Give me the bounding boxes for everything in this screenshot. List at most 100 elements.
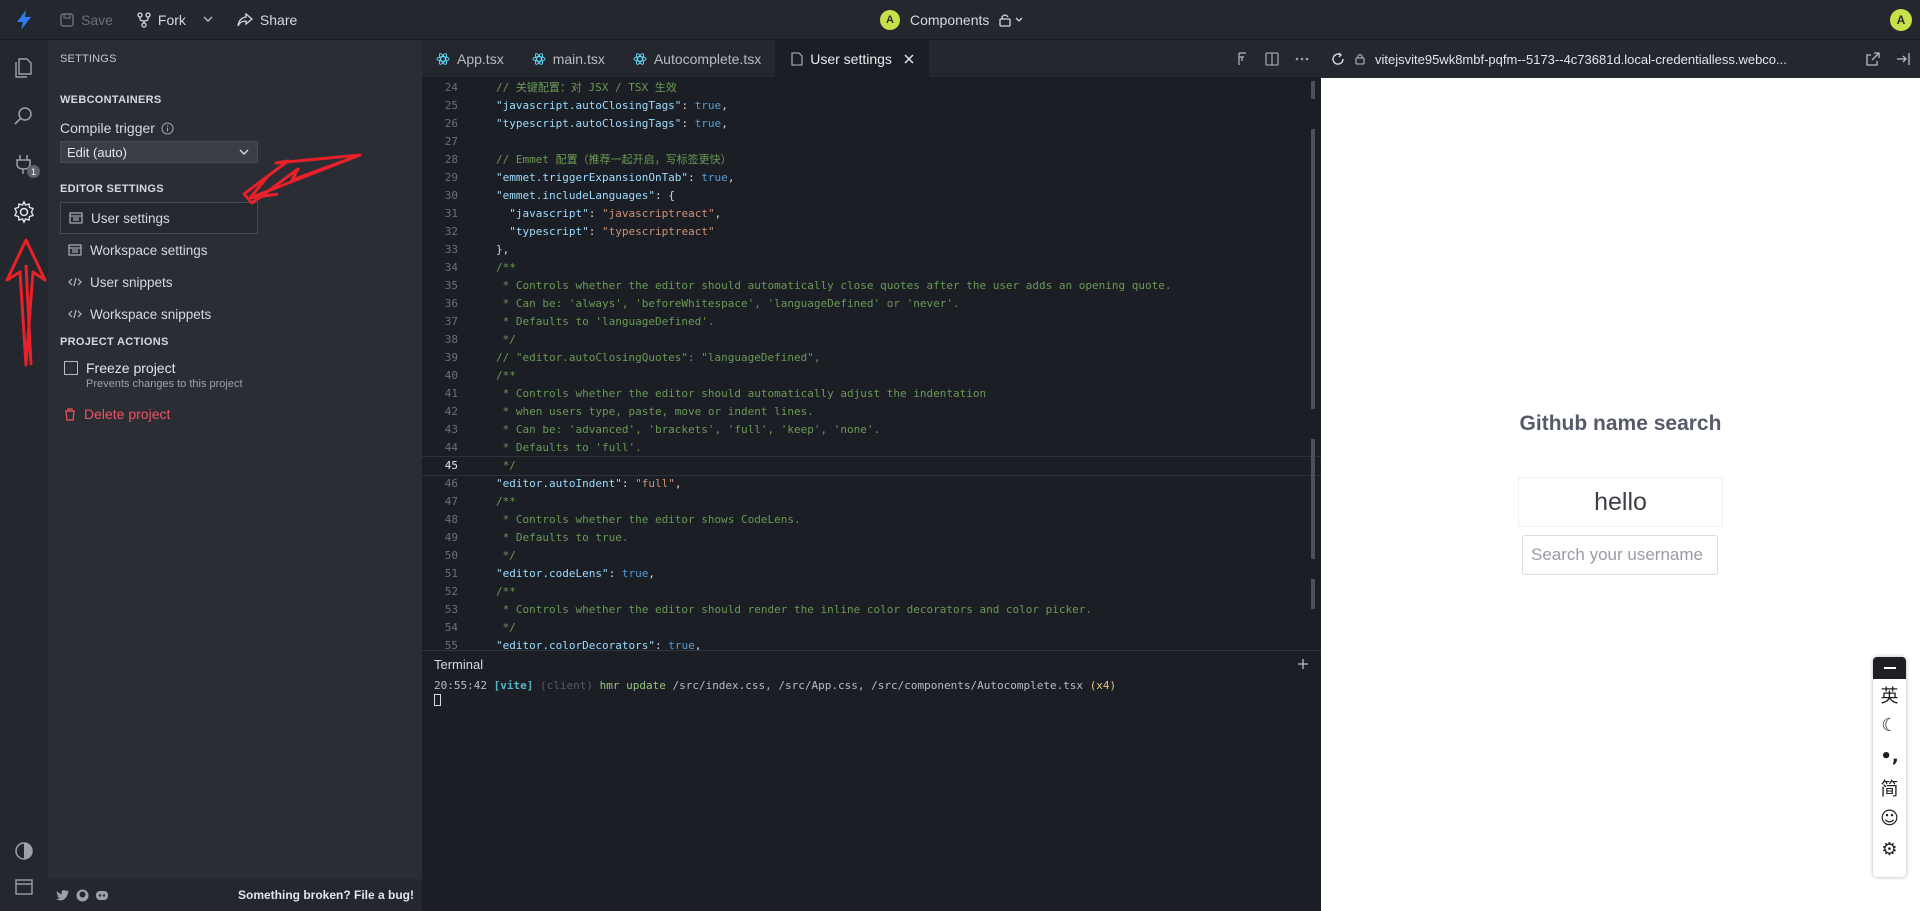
code-line[interactable]: 47 /** — [422, 493, 1321, 511]
code-line[interactable]: 39 // "editor.autoClosingQuotes": "langua… — [422, 349, 1321, 367]
lock-icon[interactable] — [999, 13, 1027, 27]
code-line[interactable]: 28 // Emmet 配置（推荐一起开启，写标签更快） — [422, 151, 1321, 169]
editor-scrollbar[interactable] — [1307, 79, 1321, 650]
fork-button[interactable]: Fork — [125, 0, 225, 40]
line-number: 50 — [444, 549, 458, 562]
tab-app-tsx[interactable]: App.tsx — [422, 40, 518, 77]
code-text: * Controls whether the editor should aut… — [496, 387, 987, 400]
tab-autocomplete-tsx[interactable]: Autocomplete.tsx — [619, 40, 775, 77]
sidebar-item-user-snippets[interactable]: User snippets — [60, 266, 410, 298]
project-avatar: A — [880, 10, 900, 30]
ime-settings-icon[interactable]: ⚙ — [1881, 834, 1897, 865]
code-line[interactable]: 29 "emmet.triggerExpansionOnTab": true, — [422, 169, 1321, 187]
code-line[interactable]: 46 "editor.autoIndent": "full", — [422, 475, 1321, 493]
freeze-label[interactable]: Freeze project — [86, 360, 243, 376]
code-line[interactable]: 44 * Defaults to 'full'. — [422, 439, 1321, 457]
refresh-icon[interactable] — [1331, 52, 1345, 66]
layout-panel-icon[interactable] — [0, 863, 48, 911]
code-line[interactable]: 37 * Defaults to 'languageDefined'. — [422, 313, 1321, 331]
code-line[interactable]: 31 "javascript": "javascriptreact", — [422, 205, 1321, 223]
code-text: /** — [496, 495, 516, 508]
ime-moon-icon[interactable]: ☾ — [1881, 710, 1897, 741]
open-new-window-icon[interactable] — [1866, 52, 1880, 66]
ime-simplified-toggle[interactable]: 简 — [1881, 772, 1899, 803]
username-search-input[interactable]: Search your username — [1522, 535, 1718, 575]
sidebar-item-user-settings[interactable]: User settings — [60, 202, 258, 234]
sidebar-item-workspace-snippets[interactable]: Workspace snippets — [60, 298, 410, 330]
code-line[interactable]: 34 /** — [422, 259, 1321, 277]
code-line[interactable]: 35 * Controls whether the editor should … — [422, 277, 1321, 295]
line-number: 38 — [444, 333, 458, 346]
user-avatar[interactable]: A — [1890, 9, 1912, 31]
preview-url[interactable]: vitejsvite95wk8mbf-pqfm--5173--4c73681d.… — [1375, 52, 1850, 67]
code-line[interactable]: 55 "editor.colorDecorators": true, — [422, 637, 1321, 650]
tab-user-settings[interactable]: User settings — [775, 40, 929, 77]
line-number: 26 — [444, 117, 458, 130]
code-line[interactable]: 27 — [422, 133, 1321, 151]
code-line[interactable]: 30 "emmet.includeLanguages": { — [422, 187, 1321, 205]
code-line[interactable]: 26 "typescript.autoClosingTags": true, — [422, 115, 1321, 133]
fork-label: Fork — [157, 11, 186, 28]
ime-language-toggle[interactable]: 英 — [1881, 679, 1899, 710]
code-text: "emmet.includeLanguages": { — [496, 189, 675, 202]
compile-trigger-row: Compile trigger — [48, 120, 422, 136]
code-line[interactable]: 42 * when users type, paste, move or ind… — [422, 403, 1321, 421]
close-icon[interactable] — [903, 53, 915, 65]
tab-label: main.tsx — [552, 50, 605, 67]
code-line[interactable]: 48 * Controls whether the editor shows C… — [422, 511, 1321, 529]
code-line[interactable]: 45 */ — [422, 456, 1321, 476]
code-editor[interactable]: 24 // 关键配置：对 JSX / TSX 生效 25 "javascript.au… — [422, 79, 1321, 650]
term-time: 20:55:42 — [434, 679, 487, 692]
code-line[interactable]: 25 "javascript.autoClosingTags": true, — [422, 97, 1321, 115]
code-line[interactable]: 51 "editor.codeLens": true, — [422, 565, 1321, 583]
line-number: 45 — [444, 459, 458, 472]
more-icon[interactable] — [1295, 57, 1309, 61]
split-editor-icon[interactable] — [1265, 51, 1279, 66]
info-icon[interactable] — [161, 121, 174, 135]
code-text: * Defaults to 'languageDefined'. — [496, 315, 715, 328]
code-text: */ — [496, 621, 516, 634]
project-name[interactable]: Components — [910, 12, 989, 28]
delete-project-button[interactable]: Delete project — [48, 406, 422, 422]
code-line[interactable]: 52 /** — [422, 583, 1321, 601]
twitter-icon[interactable] — [56, 889, 70, 901]
ime-minimize-button[interactable] — [1873, 657, 1906, 679]
extensions-plug-icon[interactable]: 1 — [0, 140, 48, 188]
code-line[interactable]: 43 * Can be: 'advanced', 'brackets', 'fu… — [422, 421, 1321, 439]
collapse-panel-icon[interactable] — [1896, 52, 1910, 66]
code-line[interactable]: 40 /** — [422, 367, 1321, 385]
code-line[interactable]: 24 // 关键配置：对 JSX / TSX 生效 — [422, 79, 1321, 97]
search-icon[interactable] — [0, 92, 48, 140]
stackblitz-logo[interactable] — [0, 0, 48, 40]
github-icon[interactable] — [76, 889, 89, 902]
code-line[interactable]: 41 * Controls whether the editor should … — [422, 385, 1321, 403]
compile-trigger-select[interactable]: Edit (auto) — [60, 141, 258, 163]
code-line[interactable]: 38 */ — [422, 331, 1321, 349]
format-icon[interactable] — [1237, 51, 1249, 66]
share-button[interactable]: Share — [225, 0, 309, 40]
terminal-panel[interactable]: Terminal 20:55:42 [vite] (client) hmr up… — [422, 650, 1321, 911]
line-number: 40 — [444, 369, 458, 382]
project-info[interactable]: A Components — [880, 0, 1027, 40]
gear-icon[interactable] — [0, 188, 48, 236]
code-line[interactable]: 49 * Defaults to true. — [422, 529, 1321, 547]
chevron-down-icon[interactable] — [193, 15, 213, 25]
sidebar-item-label: Workspace settings — [90, 242, 208, 258]
tab-main-tsx[interactable]: main.tsx — [518, 40, 619, 77]
line-number: 24 — [444, 81, 458, 94]
plus-icon[interactable] — [1297, 658, 1309, 670]
save-button[interactable]: Save — [48, 0, 125, 40]
file-bug-link[interactable]: Something broken? File a bug! — [238, 888, 414, 902]
code-line[interactable]: 54 */ — [422, 619, 1321, 637]
code-line[interactable]: 53 * Controls whether the editor should … — [422, 601, 1321, 619]
code-line[interactable]: 50 */ — [422, 547, 1321, 565]
code-line[interactable]: 32 "typescript": "typescriptreact" — [422, 223, 1321, 241]
ime-punctuation-toggle[interactable]: •, — [1880, 741, 1898, 772]
freeze-checkbox[interactable] — [64, 361, 78, 375]
code-line[interactable]: 33}, — [422, 241, 1321, 259]
code-line[interactable]: 36 * Can be: 'always', 'beforeWhitespace… — [422, 295, 1321, 313]
ime-emoji-icon[interactable]: ☺ — [1880, 803, 1899, 834]
sidebar-item-workspace-settings[interactable]: Workspace settings — [60, 234, 410, 266]
discord-icon[interactable] — [95, 890, 109, 901]
files-icon[interactable] — [0, 44, 48, 92]
